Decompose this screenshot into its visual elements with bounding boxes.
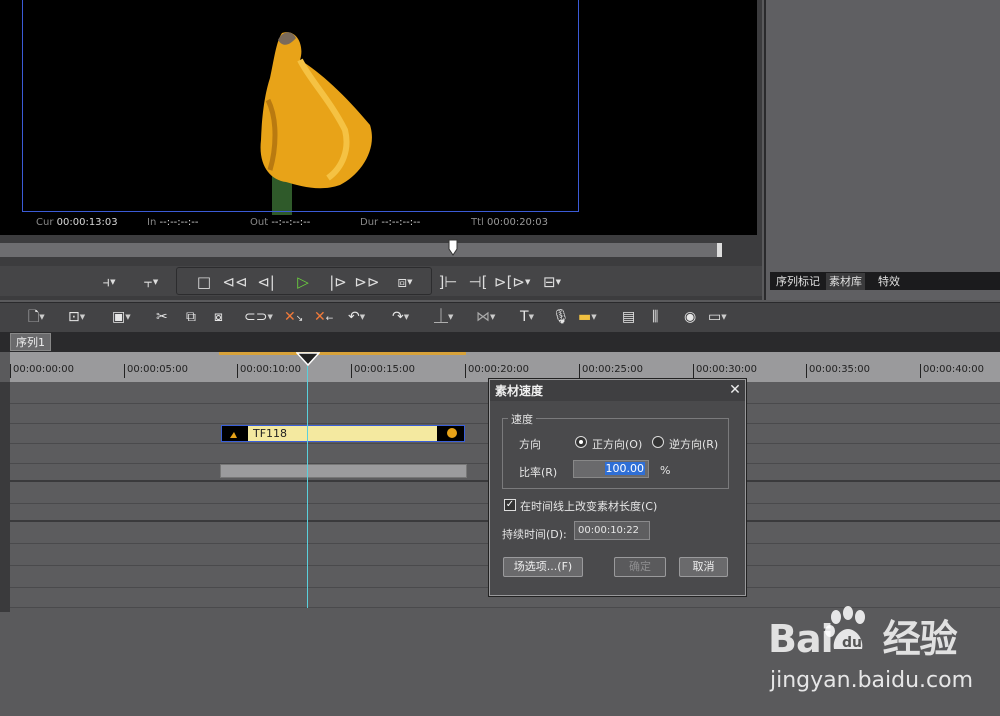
scrub-bar[interactable] [0, 243, 722, 257]
delete-in-icon[interactable]: ✕↘ [284, 306, 303, 328]
tab-sequence-1[interactable]: 序列1 [10, 333, 51, 351]
ruler-label: 00:00:05:00 [124, 364, 188, 378]
window-icon[interactable]: ▭▼ [708, 306, 727, 328]
prev-edit-icon[interactable]: ]⊢ [436, 270, 460, 294]
playhead-icon[interactable] [296, 352, 320, 366]
timecode-dur: Dur --:--:--:-- [360, 217, 421, 228]
panel-icon[interactable]: ▤ [622, 306, 635, 328]
scrub-end-marker [717, 243, 722, 257]
split-icon[interactable]: ⊳[⊳▼ [494, 270, 530, 294]
mark-out-icon[interactable]: ⫟▼ [136, 270, 166, 294]
duration-label: 持续时间(D): [502, 528, 567, 541]
change-length-label[interactable]: 在时间线上改变素材长度(C) [520, 498, 657, 514]
audio-clip[interactable] [220, 464, 467, 478]
cancel-button[interactable]: 取消 [679, 557, 728, 577]
scrub-handle[interactable] [448, 239, 458, 257]
timecode-out: Out --:--:--:-- [250, 217, 311, 228]
sequence-tabbar [0, 332, 1000, 352]
redo-icon[interactable]: ↷▼ [392, 306, 409, 328]
render-icon[interactable]: ▬▼ [578, 306, 597, 328]
fast-forward-icon[interactable]: ⊳⊳ [354, 270, 380, 294]
audio-icon[interactable]: ⏊▼ [434, 306, 453, 328]
tab-effects[interactable]: 特效 [875, 273, 903, 290]
color-icon[interactable]: ◉ [684, 306, 696, 328]
tab-asset-bin[interactable]: 素材库 [826, 273, 865, 290]
timecode-cur: Cur 00:00:13:03 [36, 217, 118, 228]
rewind-icon[interactable]: ⊲⊲ [222, 270, 248, 294]
step-forward-icon[interactable]: |⊳ [326, 270, 350, 294]
next-edit-icon[interactable]: ⊣[ [466, 270, 490, 294]
paste-icon[interactable]: ⧇ [214, 306, 223, 328]
ruler-label: 00:00:15:00 [351, 364, 415, 378]
clip-thumbnail-end [437, 426, 464, 441]
reverse-radio-label[interactable]: 逆方向(R) [669, 436, 718, 452]
ruler-label: 00:00:00:00 [10, 364, 74, 378]
paw-logo-icon: du [825, 606, 865, 651]
undo-icon[interactable]: ↶▼ [348, 306, 365, 328]
stop-icon[interactable]: □ [194, 270, 214, 294]
rate-value: 100.00 [604, 462, 645, 475]
rate-unit: % [660, 464, 671, 477]
loop-icon[interactable]: ⧈▼ [388, 270, 422, 294]
cut-icon[interactable]: ✂ [156, 306, 168, 328]
in-out-range-bar [219, 352, 466, 355]
ruler-label: 00:00:35:00 [806, 364, 870, 378]
track-headers [0, 382, 10, 612]
timecode-in: In --:--:--:-- [147, 217, 199, 228]
timecode-ttl: Ttl 00:00:20:03 [471, 217, 549, 228]
playhead-line [307, 366, 308, 608]
tab-sequence-markers[interactable]: 序列标记 [773, 273, 823, 290]
duration-input[interactable]: 00:00:10:22 [574, 521, 650, 540]
mark-in-icon[interactable]: ⫞▼ [94, 270, 124, 294]
step-back-icon[interactable]: ⊲| [254, 270, 278, 294]
clip-thumbnail-start [222, 426, 248, 441]
ruler-label: 00:00:30:00 [693, 364, 757, 378]
clip-name: TF118 [253, 427, 288, 440]
forward-radio[interactable] [575, 436, 587, 448]
open-icon[interactable]: ⊡▼ [68, 306, 85, 328]
direction-label: 方向 [519, 438, 541, 451]
export-icon[interactable]: ⊟▼ [538, 270, 566, 294]
rate-input[interactable]: 100.00 [573, 460, 649, 478]
safe-frame [22, 0, 579, 212]
mixer-icon[interactable]: ⫼ [652, 306, 658, 328]
field-options-button[interactable]: 场选项...(F) [503, 557, 583, 577]
timeline-toolbar [0, 302, 1000, 332]
change-length-checkbox[interactable]: ✓ [504, 499, 516, 511]
right-panel [764, 0, 1000, 300]
close-icon[interactable]: ✕ [727, 381, 743, 399]
ok-button[interactable]: 确定 [614, 557, 666, 577]
rate-label: 比率(R) [519, 466, 558, 479]
ruler-label: 00:00:25:00 [579, 364, 643, 378]
mic-icon[interactable]: 🎙 [552, 306, 570, 328]
transition-icon[interactable]: ⋈▼ [476, 306, 495, 328]
baidu-watermark-url: jingyan.baidu.com [770, 668, 974, 693]
delete-out-icon[interactable]: ✕← [314, 306, 333, 328]
speed-group-label: 速度 [508, 411, 536, 427]
forward-radio-label[interactable]: 正方向(O) [592, 436, 642, 452]
copy-icon[interactable]: ⧉ [186, 306, 196, 328]
dialog-title: 素材速度 [495, 384, 544, 398]
new-icon[interactable]: 🗋▼ [28, 306, 45, 328]
svg-text:du: du [842, 635, 862, 651]
save-icon[interactable]: ▣▼ [112, 306, 131, 328]
link-icon[interactable]: ⊂⊃▼ [244, 306, 273, 328]
play-icon[interactable]: ▷ [292, 270, 314, 294]
title-icon[interactable]: T▼ [520, 306, 534, 328]
ruler-label: 00:00:10:00 [237, 364, 301, 378]
ruler-label: 00:00:40:00 [920, 364, 984, 378]
reverse-radio[interactable] [652, 436, 664, 448]
ruler-label: 00:00:20:00 [465, 364, 529, 378]
